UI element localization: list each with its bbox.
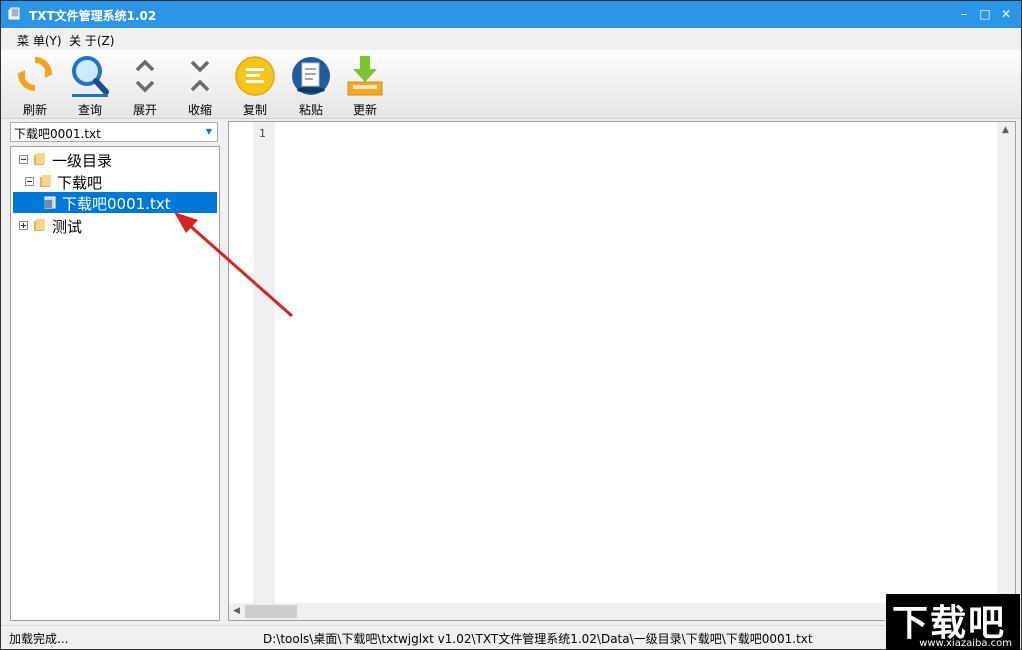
- scroll-left-icon[interactable]: ◀: [233, 606, 240, 616]
- menu-bar: 菜 单(Y) 关 于(Z): [1, 28, 1021, 50]
- line-number: 1: [259, 127, 266, 140]
- scroll-up-icon[interactable]: ▲: [1002, 125, 1009, 135]
- refresh-button[interactable]: 刷新: [9, 52, 61, 117]
- tree-node-test[interactable]: 测试: [11, 215, 217, 236]
- folder-icon: [40, 175, 51, 187]
- tree-node-label: 下载吧0001.txt: [62, 195, 171, 213]
- refresh-icon: [17, 57, 53, 91]
- expand-icon: [135, 59, 155, 93]
- chevron-down-icon[interactable]: ▼: [201, 123, 217, 141]
- folder-tree[interactable]: 一级目录 下载吧 下载吧0001.txt 测试: [10, 146, 220, 621]
- tree-node-xiazaiba[interactable]: 下载吧: [11, 171, 217, 192]
- expand-label: 展开: [132, 103, 157, 117]
- collapse-toggle-icon[interactable]: [25, 177, 34, 186]
- collapse-icon: [190, 60, 210, 92]
- copy-label: 复制: [242, 103, 267, 117]
- watermark-url: www.xiazaiba.com: [919, 638, 1012, 649]
- expand-toggle-icon[interactable]: [19, 221, 28, 230]
- toolbar: 刷新 查询 展开 收缩 复制 粘贴 更新: [1, 50, 1021, 119]
- paste-icon: [292, 57, 330, 95]
- status-bar: 加载完成... D:\tools\桌面\下载吧\txtwjglxt v1.02\…: [1, 625, 1021, 649]
- download-icon: [347, 56, 383, 96]
- app-icon: [8, 7, 20, 20]
- watermark-logo: 下载吧 www.xiazaiba.com: [886, 594, 1020, 650]
- menu-item-about[interactable]: 关 于(Z): [69, 32, 114, 49]
- paste-button[interactable]: 粘贴: [285, 52, 337, 117]
- tree-node-label: 一级目录: [52, 152, 113, 170]
- search-label: 查询: [77, 103, 102, 117]
- search-icon: [72, 56, 109, 97]
- folder-icon: [34, 153, 45, 165]
- file-select-value: 下载吧0001.txt: [14, 127, 101, 141]
- app-window: TXT文件管理系统1.02 – □ ✕ 菜 单(Y) 关 于(Z) 刷新 查询: [0, 0, 1022, 650]
- tree-node-file[interactable]: 下载吧0001.txt: [13, 192, 217, 213]
- collapse-label: 收缩: [187, 103, 212, 117]
- tree-node-label: 下载吧: [57, 174, 103, 192]
- copy-icon: [235, 56, 275, 96]
- vertical-scrollbar[interactable]: ▲: [997, 122, 1015, 604]
- text-editor[interactable]: 1 ▲ ◀: [228, 121, 1016, 621]
- tree-node-level1[interactable]: 一级目录: [11, 149, 217, 170]
- update-label: 更新: [352, 103, 377, 117]
- horizontal-scrollbar[interactable]: ◀: [229, 603, 997, 620]
- status-file-path: D:\tools\桌面\下载吧\txtwjglxt v1.02\TXT文件管理系…: [263, 632, 813, 646]
- close-button[interactable]: ✕: [996, 5, 1016, 23]
- status-message: 加载完成...: [9, 632, 69, 646]
- collapse-toggle-icon[interactable]: [19, 155, 28, 164]
- paste-label: 粘贴: [298, 103, 323, 117]
- title-bar[interactable]: TXT文件管理系统1.02 – □ ✕: [1, 1, 1021, 28]
- copy-button[interactable]: 复制: [229, 52, 281, 117]
- expand-button[interactable]: 展开: [119, 52, 171, 117]
- menu-item-menu[interactable]: 菜 单(Y): [17, 32, 62, 49]
- text-file-icon: [44, 196, 56, 209]
- collapse-button[interactable]: 收缩: [174, 52, 226, 117]
- horizontal-scroll-thumb[interactable]: [245, 605, 297, 618]
- maximize-button[interactable]: □: [975, 5, 995, 23]
- search-button[interactable]: 查询: [64, 52, 116, 117]
- folder-icon: [34, 219, 45, 231]
- file-select[interactable]: 下载吧0001.txt ▼: [10, 122, 218, 142]
- refresh-label: 刷新: [22, 103, 47, 117]
- window-title: TXT文件管理系统1.02: [29, 9, 157, 23]
- update-button[interactable]: 更新: [339, 52, 391, 117]
- minimize-button[interactable]: –: [954, 5, 974, 23]
- tree-node-label: 测试: [52, 218, 83, 236]
- line-number-gutter: [253, 122, 275, 604]
